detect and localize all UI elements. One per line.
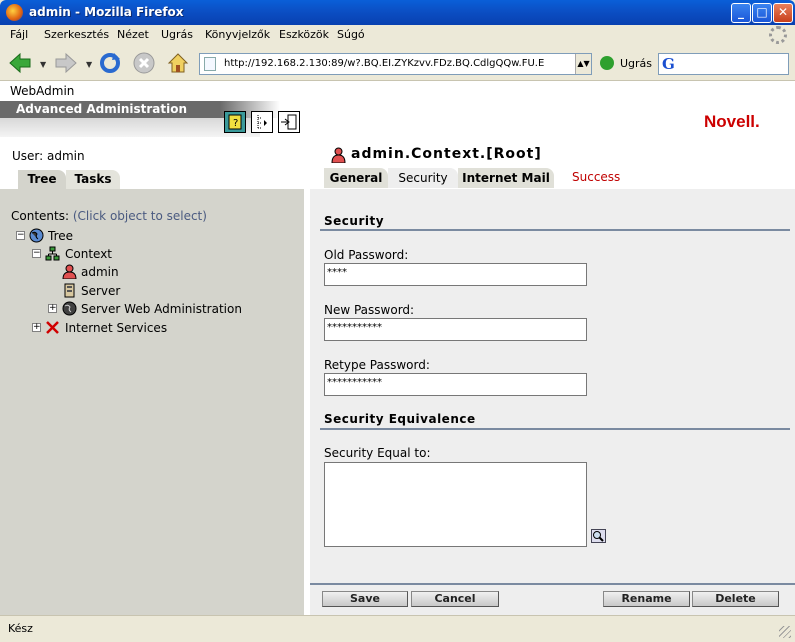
maximize-button[interactable]: □ [752,3,772,23]
url-text[interactable]: http://192.168.2.130:89/w?.BQ.EI.ZYKzvv.… [224,58,544,69]
minimize-button[interactable]: _ [731,3,751,23]
contents-label: Contents: (Click object to select) [11,209,207,223]
status-message: Success [572,170,621,184]
tree-view-icon[interactable] [251,111,273,133]
globe-icon [29,228,44,243]
security-rule [320,229,790,231]
tab-general[interactable]: General [324,168,388,188]
menu-help[interactable]: Súgó [337,28,365,41]
tree-node-root[interactable]: − Tree [16,228,216,244]
tree-label-swa: Server Web Administration [81,302,242,316]
tree-node-admin[interactable]: admin [62,264,262,280]
url-bar[interactable]: http://192.168.2.130:89/w?.BQ.EI.ZYKzvv.… [199,53,592,75]
header-grey-strip [0,118,260,137]
expand-icon[interactable]: + [32,323,41,332]
retype-password-label: Retype Password: [324,358,430,372]
tree-label-server: Server [81,284,121,298]
tree-label-admin: admin [81,265,119,279]
old-password-input[interactable]: **** [324,263,587,286]
navigation-toolbar: ▼ ▼ http://192.168.2.130:89/w?.BQ.EI.ZYK… [0,45,795,81]
red-x-icon [46,321,59,334]
retype-password-input[interactable]: *********** [324,373,587,396]
right-panel-header: admin.Context.[Root] General Security In… [310,137,795,189]
tree-label-internet: Internet Services [65,321,168,335]
app-subtitle: Advanced Administration [16,102,188,116]
go-button[interactable]: Ugrás [620,57,652,70]
tree-node-server-web-admin[interactable]: + Server Web Administration [48,301,288,317]
forward-arrow-icon[interactable] [54,51,78,75]
expand-icon[interactable]: + [48,304,57,313]
security-equal-label: Security Equal to: [324,446,431,460]
equivalence-rule [320,428,790,430]
go-icon[interactable] [600,56,614,70]
home-icon[interactable] [166,51,190,75]
svg-text:?: ? [233,118,238,129]
tree-node-context[interactable]: − Context [32,246,232,262]
globe-icon [62,301,77,316]
cancel-button[interactable]: Cancel [411,591,499,607]
window-title: admin - Mozilla Firefox [29,5,184,19]
status-bar: Kész [0,615,795,642]
contents-hint: (Click object to select) [72,209,207,223]
tree-panel: Contents: (Click object to select) − Tre… [0,189,304,615]
delete-button[interactable]: Delete [692,591,779,607]
menu-tools[interactable]: Eszközök [279,28,329,41]
tab-tasks[interactable]: Tasks [66,170,120,189]
url-dropdown-icon[interactable]: ▲▼ [575,54,591,74]
server-icon [64,283,75,298]
object-title: admin.Context.[Root] [351,146,542,162]
tree-node-server[interactable]: Server [62,283,262,299]
stop-icon[interactable] [132,51,156,75]
equivalence-heading: Security Equivalence [324,412,476,426]
search-input[interactable]: G [658,53,789,75]
menu-view[interactable]: Nézet [117,28,149,41]
security-equal-list[interactable] [324,462,587,547]
app-name: WebAdmin [10,84,75,98]
tab-internet-mail[interactable]: Internet Mail [458,168,554,188]
page-icon [204,57,216,71]
menu-edit[interactable]: Szerkesztés [44,28,109,41]
tab-tree[interactable]: Tree [18,170,66,189]
novell-logo: Novell. [704,112,760,131]
webadmin-header: WebAdmin Advanced Administration ? Novel… [0,81,795,137]
forward-dropdown-icon[interactable]: ▼ [86,60,92,69]
close-button[interactable]: ✕ [773,3,793,23]
back-arrow-icon[interactable] [8,51,32,75]
menu-go[interactable]: Ugrás [161,28,193,41]
tree-label-root: Tree [48,229,74,243]
save-button[interactable]: Save [322,591,408,607]
menu-file[interactable]: Fájl [10,28,28,41]
contents-title: Contents: [11,209,70,223]
organization-icon [45,246,60,261]
menu-bookmarks[interactable]: Könyvjelzők [205,28,270,41]
security-heading: Security [324,214,385,228]
collapse-icon[interactable]: − [16,231,25,240]
old-password-label: Old Password: [324,248,409,262]
tree-label-context: Context [65,247,113,261]
help-book-icon[interactable]: ? [224,111,246,133]
button-rule [310,583,795,585]
browse-search-icon[interactable] [591,529,606,543]
collapse-icon[interactable]: − [32,249,41,258]
menu-bar: Fájl Szerkesztés Nézet Ugrás Könyvjelzők… [0,25,795,45]
logout-icon[interactable] [278,111,300,133]
tab-security[interactable]: Security [388,168,458,188]
throbber-icon [769,26,787,44]
user-icon [331,147,346,163]
resize-grip-icon[interactable] [779,626,791,638]
back-dropdown-icon[interactable]: ▼ [40,60,46,69]
rename-button[interactable]: Rename [603,591,690,607]
reload-icon[interactable] [98,51,122,75]
status-text: Kész [8,622,33,635]
user-label: User: admin [12,149,85,163]
tree-node-internet-services[interactable]: + Internet Services [32,320,232,336]
window-titlebar: admin - Mozilla Firefox _ □ ✕ [0,0,795,25]
left-panel-header: User: admin Tree Tasks [0,137,310,189]
user-icon [62,264,77,279]
new-password-label: New Password: [324,303,415,317]
firefox-logo-icon [6,4,23,21]
google-icon: G [662,55,675,73]
new-password-input[interactable]: *********** [324,318,587,341]
security-form: Security Old Password: **** New Password… [310,189,795,615]
